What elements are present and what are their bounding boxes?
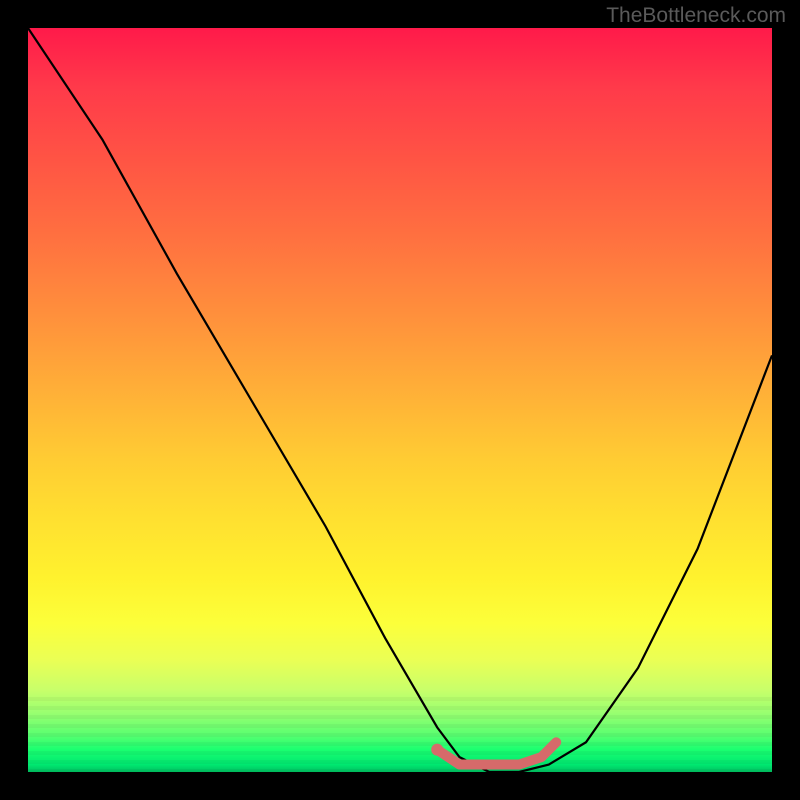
- chart-svg: [28, 28, 772, 772]
- watermark-text: TheBottleneck.com: [606, 4, 786, 28]
- optimal-range-marker-line: [437, 742, 556, 764]
- bottleneck-curve-line: [28, 28, 772, 772]
- chart-plot-area: [28, 28, 772, 772]
- optimal-range-marker-dot: [431, 744, 443, 756]
